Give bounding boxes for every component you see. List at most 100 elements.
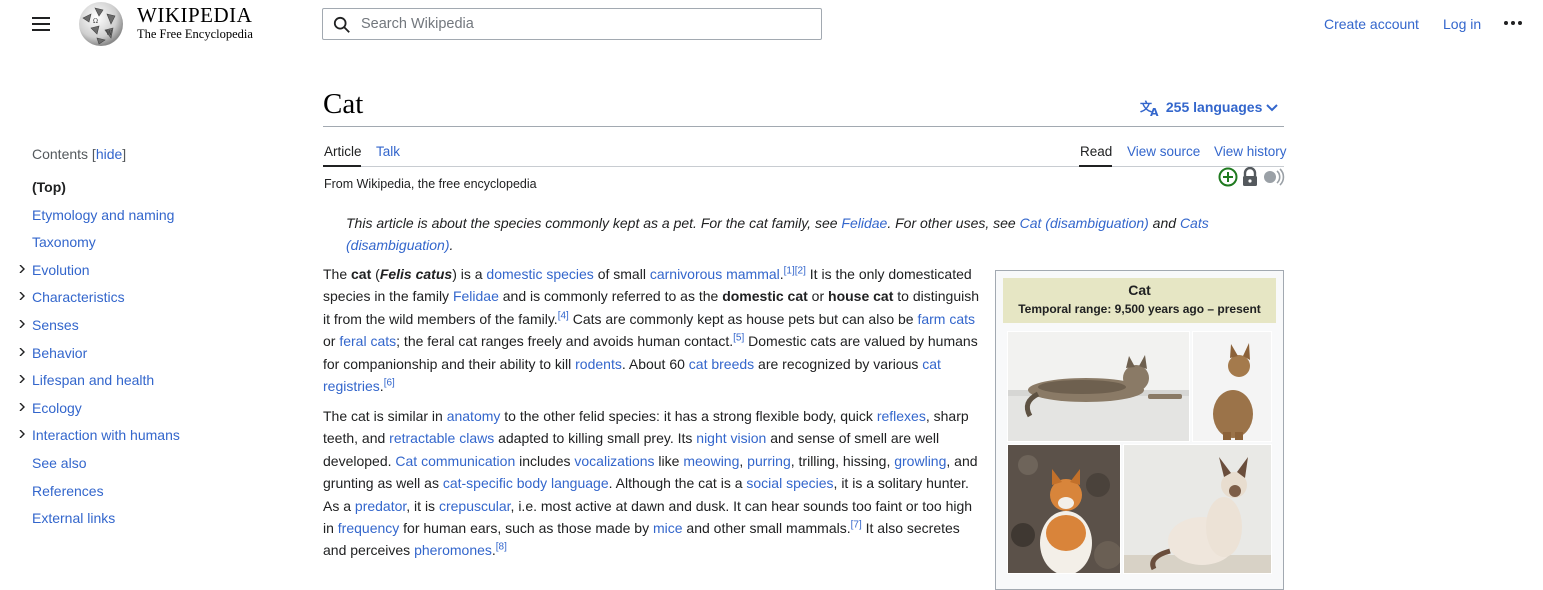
cat-communication-link[interactable]: Cat communication (395, 453, 515, 469)
toc-item-see-also[interactable]: See also (32, 455, 86, 471)
toc-item-lifespan-and-health[interactable]: Lifespan and health (19, 372, 155, 389)
vocalizations-link[interactable]: vocalizations (574, 453, 654, 469)
toc-item-evolution[interactable]: Evolution (19, 262, 90, 278)
carnivorous-mammal-link[interactable]: carnivorous mammal (650, 266, 780, 282)
felidae-link[interactable]: Felidae (841, 215, 887, 231)
search-box[interactable] (322, 8, 822, 40)
tab-read-underline (1079, 165, 1112, 167)
page-title: Cat (323, 88, 364, 120)
main-menu-button[interactable] (28, 12, 56, 36)
toc-item-label: (Top) (32, 179, 66, 195)
chevron-right-icon[interactable] (18, 347, 26, 356)
body-language-link[interactable]: cat-specific body language (443, 475, 609, 491)
infobox-header: Cat Temporal range: 9,500 years ago – pr… (1003, 278, 1276, 323)
toc-item-label: External links (32, 510, 116, 527)
tab-talk[interactable]: Talk (376, 144, 400, 159)
toc-item-ecology[interactable]: Ecology (19, 399, 82, 416)
tabs-divider (323, 166, 1284, 167)
search-icon (333, 16, 350, 33)
felidae-family-link[interactable]: Felidae (453, 288, 499, 304)
ref-7[interactable]: [7] (851, 519, 862, 530)
more-options-icon[interactable] (1504, 20, 1524, 28)
svg-text:Ω: Ω (93, 18, 98, 25)
predator-link[interactable]: predator (355, 498, 406, 514)
cat-disambiguation-link[interactable]: Cat (disambiguation) (1020, 215, 1149, 231)
pheromones-link[interactable]: pheromones (414, 542, 492, 558)
toc-item-top[interactable]: (Top) (32, 179, 66, 195)
toc-item-references[interactable]: References (32, 483, 104, 499)
purring-link[interactable]: purring (747, 453, 791, 469)
toc-item-label: Ecology (32, 399, 82, 416)
anatomy-link[interactable]: anatomy (447, 408, 501, 424)
search-input[interactable] (359, 13, 809, 35)
toc-item-taxonomy[interactable]: Taxonomy (32, 234, 96, 250)
toc-item-label: Taxonomy (32, 234, 96, 251)
crepuscular-link[interactable]: crepuscular (439, 498, 511, 514)
ref-4[interactable]: [4] (558, 310, 569, 321)
toc-item-label: See also (32, 455, 87, 471)
toc-item-label: Characteristics (32, 289, 125, 306)
tab-view-history[interactable]: View history (1214, 144, 1287, 159)
social-species-link[interactable]: social species (746, 475, 833, 491)
chevron-right-icon[interactable] (18, 430, 26, 439)
mice-link[interactable]: mice (653, 520, 683, 536)
night-vision-link[interactable]: night vision (696, 430, 766, 446)
feral-cats-link[interactable]: feral cats (339, 333, 396, 349)
orange-cat-image (1008, 445, 1120, 573)
svg-text:W: W (106, 30, 113, 37)
orange-cat-photo[interactable] (1007, 444, 1121, 574)
chevron-right-icon[interactable] (18, 402, 26, 411)
tab-article-underline (323, 165, 361, 167)
ref-6[interactable]: [6] (384, 377, 395, 388)
toc-item-characteristics[interactable]: Characteristics (19, 289, 125, 306)
abyssinian-cat-image (1193, 332, 1271, 441)
toc-item-label: Lifespan and health (32, 372, 155, 389)
farm-cats-link[interactable]: farm cats (917, 311, 975, 327)
create-account-link[interactable]: Create account (1324, 16, 1419, 32)
wikipedia-logo[interactable]: Ω W WIKIPEDIA The Free Encyclopedia (75, 0, 275, 48)
site-subtitle: From Wikipedia, the free encyclopedia (324, 177, 537, 191)
chevron-down-icon (1266, 104, 1278, 112)
languages-button[interactable]: 文 A 255 languages (1140, 99, 1278, 119)
good-article-plus-icon[interactable] (1218, 167, 1238, 187)
tagline: The Free Encyclopedia (137, 27, 253, 41)
listen-audio-icon[interactable] (1263, 167, 1285, 187)
cat-breeds-link[interactable]: cat breeds (689, 356, 754, 372)
lock-icon[interactable] (1241, 167, 1259, 187)
svg-text:A: A (1150, 106, 1159, 117)
chevron-right-icon[interactable] (18, 292, 26, 301)
toc-item-senses[interactable]: Senses (19, 317, 79, 333)
toc-item-label: References (32, 482, 104, 499)
tab-read[interactable]: Read (1080, 144, 1112, 159)
meowing-link[interactable]: meowing (683, 453, 739, 469)
log-in-link[interactable]: Log in (1443, 16, 1481, 32)
toc-item-external-links[interactable]: External links (32, 510, 115, 526)
rodents-link[interactable]: rodents (575, 356, 622, 372)
frequency-link[interactable]: frequency (338, 520, 399, 536)
toc-item-behavior[interactable]: Behavior (19, 345, 87, 361)
siamese-cat-photo[interactable] (1123, 444, 1272, 574)
infobox-title: Cat (1128, 282, 1151, 298)
domestic-species-link[interactable]: domestic species (486, 266, 593, 282)
tabby-cat-photo[interactable] (1007, 331, 1190, 442)
chevron-right-icon[interactable] (18, 320, 26, 328)
reflexes-link[interactable]: reflexes (877, 408, 926, 424)
retractable-claws-link[interactable]: retractable claws (389, 430, 494, 446)
ref-2[interactable]: [2] (795, 265, 806, 276)
chevron-right-icon[interactable] (18, 375, 26, 384)
tab-view-source[interactable]: View source (1127, 144, 1200, 159)
abyssinian-cat-photo[interactable] (1192, 331, 1272, 442)
toc-item-interaction-with-humans[interactable]: Interaction with humans (19, 427, 180, 443)
tab-article[interactable]: Article (324, 144, 362, 159)
ref-8[interactable]: [8] (496, 542, 507, 553)
toc-item-label: Etymology and naming (32, 206, 175, 223)
chevron-right-icon[interactable] (18, 264, 26, 273)
toc-hide-link[interactable]: hide (96, 146, 122, 162)
siamese-cat-image (1124, 445, 1271, 573)
toc-item-etymology-and-naming[interactable]: Etymology and naming (32, 207, 174, 223)
ref-1[interactable]: [1] (784, 265, 795, 276)
wikipedia-globe-icon: Ω W (79, 2, 123, 46)
wordmark: WIKIPEDIA (137, 3, 253, 27)
ref-5[interactable]: [5] (733, 333, 744, 344)
growling-link[interactable]: growling (894, 453, 946, 469)
